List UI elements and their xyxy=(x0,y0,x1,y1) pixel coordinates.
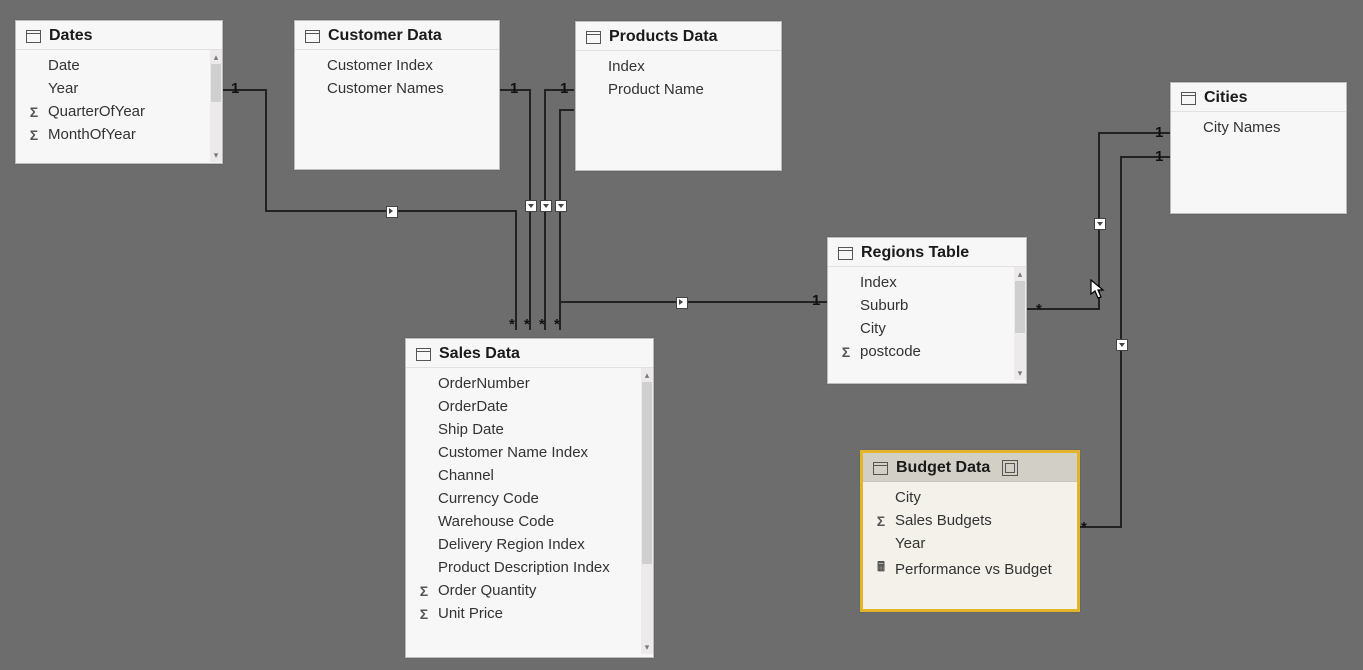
table-icon xyxy=(416,348,431,361)
table-icon xyxy=(873,462,888,475)
field-row[interactable]: OrderNumber xyxy=(410,372,639,395)
field-row[interactable]: Sales Budgets xyxy=(867,509,1073,532)
table-budget[interactable]: Budget Data City Sales Budgets Year Perf… xyxy=(860,450,1080,612)
table-header[interactable]: Cities xyxy=(1171,83,1346,112)
card-regions-one: 1 xyxy=(812,292,820,309)
scroll-down-icon[interactable]: ▾ xyxy=(210,148,222,162)
table-header[interactable]: Sales Data xyxy=(406,339,653,368)
field-row[interactable]: Warehouse Code xyxy=(410,510,639,533)
table-icon xyxy=(305,30,320,43)
scroll-up-icon[interactable]: ▴ xyxy=(210,50,222,64)
rel-dir-customer-sales xyxy=(525,200,537,212)
table-icon xyxy=(586,31,601,44)
sigma-icon xyxy=(838,344,854,360)
card-sales-many-1: * xyxy=(509,316,512,333)
card-products-one: 1 xyxy=(560,80,568,97)
rel-dir-regions-sales xyxy=(676,297,688,309)
field-row[interactable]: Currency Code xyxy=(410,487,639,510)
field-row[interactable]: Delivery Region Index xyxy=(410,533,639,556)
table-icon xyxy=(26,30,41,43)
table-title: Customer Data xyxy=(328,27,442,45)
rel-dir-cities-regions xyxy=(1094,218,1106,230)
scrollbar[interactable]: ▴ ▾ xyxy=(210,50,222,162)
table-header[interactable]: Budget Data xyxy=(863,453,1077,482)
field-row[interactable]: City xyxy=(867,486,1073,509)
table-icon xyxy=(1181,92,1196,105)
table-header[interactable]: Dates xyxy=(16,21,222,50)
field-row[interactable]: Year xyxy=(20,77,208,100)
sigma-icon xyxy=(26,127,42,143)
field-row[interactable]: Channel xyxy=(410,464,639,487)
field-row[interactable]: OrderDate xyxy=(410,395,639,418)
field-row[interactable]: Performance vs Budget xyxy=(867,555,1073,583)
card-cities-one-b: 1 xyxy=(1155,148,1163,165)
field-row[interactable]: QuarterOfYear xyxy=(20,100,208,123)
table-header[interactable]: Products Data xyxy=(576,22,781,51)
sigma-icon xyxy=(416,606,432,622)
scroll-down-icon[interactable]: ▾ xyxy=(1014,366,1026,380)
scrollbar[interactable]: ▴ ▾ xyxy=(641,368,653,654)
card-budget-many: * xyxy=(1081,519,1084,536)
card-cities-one-a: 1 xyxy=(1155,124,1163,141)
field-row[interactable]: Order Quantity xyxy=(410,579,639,602)
field-row[interactable]: Date xyxy=(20,54,208,77)
table-products[interactable]: Products Data Index Product Name xyxy=(575,21,782,171)
rel-dir-products-sales2 xyxy=(555,200,567,212)
card-dates-one: 1 xyxy=(231,80,239,97)
scroll-thumb[interactable] xyxy=(211,64,221,102)
table-title: Products Data xyxy=(609,28,717,46)
sigma-icon xyxy=(416,583,432,599)
field-row[interactable]: Product Name xyxy=(580,78,777,101)
sigma-icon xyxy=(26,104,42,120)
table-customer[interactable]: Customer Data Customer Index Customer Na… xyxy=(294,20,500,170)
scroll-thumb[interactable] xyxy=(1015,281,1025,333)
table-title: Budget Data xyxy=(896,459,990,477)
table-dates[interactable]: Dates Date Year QuarterOfYear MonthOfYea… xyxy=(15,20,223,164)
table-icon xyxy=(838,247,853,260)
table-header[interactable]: Regions Table xyxy=(828,238,1026,267)
scroll-up-icon[interactable]: ▴ xyxy=(1014,267,1026,281)
table-header[interactable]: Customer Data xyxy=(295,21,499,50)
field-row[interactable]: Index xyxy=(580,55,777,78)
field-row[interactable]: Unit Price xyxy=(410,602,639,625)
field-row[interactable]: Index xyxy=(832,271,1012,294)
scroll-up-icon[interactable]: ▴ xyxy=(641,368,653,382)
field-row[interactable]: Customer Names xyxy=(299,77,495,100)
rel-dir-cities-budget xyxy=(1116,339,1128,351)
table-title: Sales Data xyxy=(439,345,520,363)
rel-dir-dates-sales xyxy=(386,206,398,218)
card-regions-many: * xyxy=(1036,301,1039,318)
field-row[interactable]: Suburb xyxy=(832,294,1012,317)
table-title: Regions Table xyxy=(861,244,969,262)
scrollbar[interactable]: ▴ ▾ xyxy=(1014,267,1026,380)
model-canvas[interactable]: 1 1 1 1 1 1 * * * * * * Dates Date Year … xyxy=(0,0,1363,670)
table-cities[interactable]: Cities City Names xyxy=(1170,82,1347,214)
sigma-icon xyxy=(873,513,889,529)
field-row[interactable]: City Names xyxy=(1175,116,1342,139)
field-row[interactable]: postcode xyxy=(832,340,1012,363)
field-row[interactable]: Customer Name Index xyxy=(410,441,639,464)
mouse-cursor-icon xyxy=(1090,279,1106,299)
table-measure-icon xyxy=(1002,460,1018,476)
calc-icon xyxy=(873,558,889,580)
card-customer-one: 1 xyxy=(510,80,518,97)
card-sales-many-3: * xyxy=(539,316,542,333)
table-title: Cities xyxy=(1204,89,1248,107)
table-regions[interactable]: Regions Table Index Suburb City postcode… xyxy=(827,237,1027,384)
card-sales-many-4: * xyxy=(554,316,557,333)
field-row[interactable]: Product Description Index xyxy=(410,556,639,579)
scroll-down-icon[interactable]: ▾ xyxy=(641,640,653,654)
field-row[interactable]: Ship Date xyxy=(410,418,639,441)
field-row[interactable]: Year xyxy=(867,532,1073,555)
field-row[interactable]: Customer Index xyxy=(299,54,495,77)
table-sales[interactable]: Sales Data OrderNumber OrderDate Ship Da… xyxy=(405,338,654,658)
rel-dir-products-sales1 xyxy=(540,200,552,212)
card-sales-many-2: * xyxy=(524,316,527,333)
field-row[interactable]: City xyxy=(832,317,1012,340)
scroll-thumb[interactable] xyxy=(642,382,652,564)
table-title: Dates xyxy=(49,27,93,45)
field-row[interactable]: MonthOfYear xyxy=(20,123,208,146)
